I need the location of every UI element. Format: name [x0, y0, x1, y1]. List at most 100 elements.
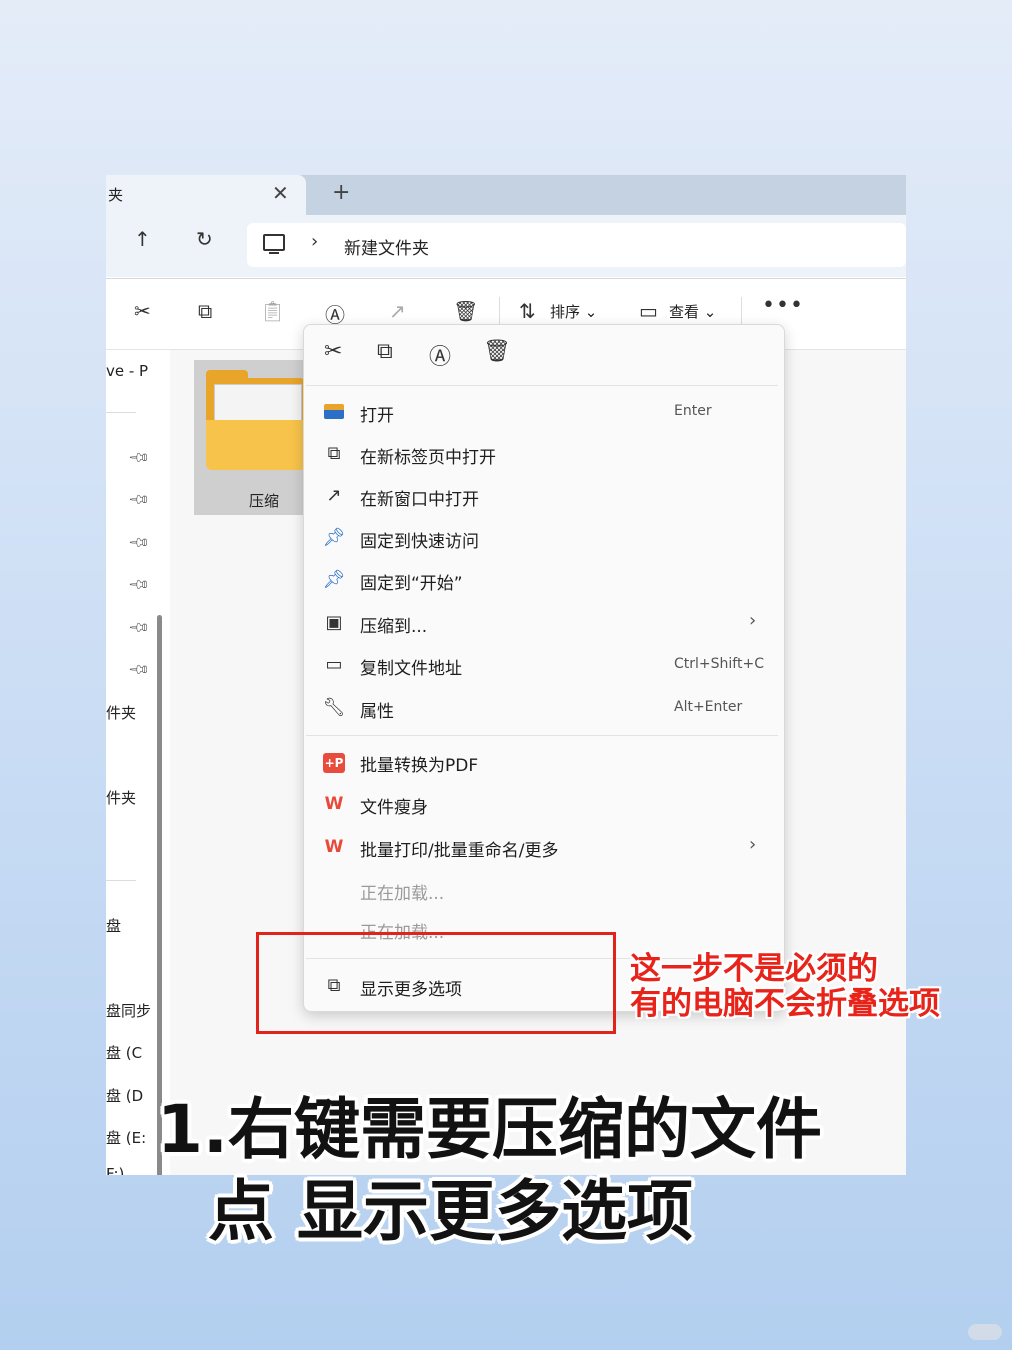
chevron-down-icon: ⌄: [584, 303, 598, 321]
copy-path-icon: ▭: [325, 654, 343, 675]
paste-icon[interactable]: 📋︎: [260, 299, 285, 323]
view-icon[interactable]: ▭: [639, 299, 658, 323]
pin-icon: 📌︎: [126, 658, 151, 682]
address-field[interactable]: › 新建文件夹: [247, 223, 906, 267]
context-menu: ✂ ⧉ Ⓐ 🗑︎ 打开 Enter ⧉ 在新标签页中打开 ↗ 在新窗口中打开 📌…: [303, 324, 785, 1012]
rename-icon[interactable]: Ⓐ: [429, 339, 451, 371]
menu-item-label: 复制文件地址: [360, 659, 462, 679]
arrow-up-icon[interactable]: ↑: [134, 227, 151, 251]
sidebar-item-drive-d[interactable]: 盘 (D: [106, 1085, 143, 1106]
menu-item-label: 固定到快速访问: [360, 532, 479, 552]
copy-icon[interactable]: ⧉: [198, 299, 212, 323]
view-button[interactable]: 查看 ⌄: [669, 301, 716, 322]
delete-icon[interactable]: 🗑︎: [483, 339, 511, 364]
menu-item-open-new-tab[interactable]: ⧉ 在新标签页中打开: [304, 434, 784, 474]
menu-item-shortcut: Ctrl+Shift+C: [674, 656, 764, 672]
sidebar-divider: [106, 880, 136, 881]
tab-bar: 夹 ✕ +: [106, 175, 906, 215]
pin-icon: 📌︎: [322, 569, 346, 590]
chevron-right-icon: ›: [749, 834, 757, 855]
menu-item-label: 压缩到...: [360, 617, 428, 637]
menu-divider: [306, 385, 778, 386]
chevron-right-icon: ›: [749, 610, 757, 631]
menu-item-pin-start[interactable]: 📌︎ 固定到“开始”: [304, 560, 784, 600]
chevron-right-icon[interactable]: ›: [311, 231, 318, 252]
menu-item-copy-path[interactable]: ▭ 复制文件地址 Ctrl+Shift+C: [304, 645, 784, 685]
copy-icon[interactable]: ⧉: [377, 339, 393, 364]
sort-icon[interactable]: ⇅: [519, 299, 536, 323]
menu-item-batch-pdf[interactable]: +P 批量转换为PDF: [304, 742, 784, 782]
pin-icon: 📌︎: [126, 573, 151, 597]
open-external-icon: ↗: [326, 485, 342, 506]
pdf-badge: +P: [323, 753, 345, 773]
menu-item-label: 属性: [360, 702, 394, 722]
wrench-icon: 🔧︎: [322, 697, 346, 718]
menu-item-label: 批量打印/批量重命名/更多: [360, 841, 559, 861]
menu-divider: [306, 735, 778, 736]
folder-icon: [322, 400, 346, 424]
sort-button[interactable]: 排序 ⌄: [550, 301, 597, 322]
folder-icon: [206, 420, 306, 470]
delete-icon[interactable]: 🗑︎: [453, 299, 478, 323]
sidebar-item-drive[interactable]: 盘: [106, 915, 121, 936]
view-label: 查看: [669, 303, 700, 321]
sidebar-item-folder[interactable]: 件夹: [106, 787, 136, 808]
sidebar-item-drive-e[interactable]: 盘 (E:: [106, 1127, 146, 1148]
menu-item-label: 批量转换为PDF: [360, 756, 479, 776]
tab-current-folder[interactable]: 夹 ✕: [106, 175, 306, 215]
menu-item-open-new-window[interactable]: ↗ 在新窗口中打开: [304, 476, 784, 516]
this-pc-icon[interactable]: [263, 234, 285, 254]
menu-item-compress-to[interactable]: ▣ 压缩到... ›: [304, 603, 784, 643]
pdf-icon: +P: [322, 750, 346, 774]
menu-item-open[interactable]: 打开 Enter: [304, 392, 784, 432]
menu-item-shortcut: Enter: [674, 403, 712, 419]
menu-item-loading: 正在加载...: [304, 870, 784, 910]
menu-item-label: 打开: [360, 406, 394, 426]
cut-icon[interactable]: ✂: [324, 339, 342, 364]
menu-item-label: 文件瘦身: [360, 798, 428, 818]
highlight-box: [256, 932, 616, 1034]
menu-item-properties[interactable]: 🔧︎ 属性 Alt+Enter: [304, 688, 784, 728]
more-options-icon[interactable]: •••: [762, 293, 804, 318]
pin-icon: 📌︎: [126, 616, 151, 640]
pin-icon: 📌︎: [126, 531, 151, 555]
archive-icon: ▣: [325, 612, 343, 633]
tab-title: 夹: [108, 186, 124, 204]
sort-label: 排序: [550, 303, 581, 321]
menu-item-file-slim[interactable]: W 文件瘦身: [304, 784, 784, 824]
sidebar-item-drive-c[interactable]: 盘 (C: [106, 1042, 142, 1063]
menu-item-label: 在新标签页中打开: [360, 448, 496, 468]
sidebar-divider: [106, 412, 136, 413]
sidebar-item-onedrive[interactable]: ve - P: [106, 362, 148, 380]
sidebar-item-folder[interactable]: 件夹: [106, 702, 136, 723]
menu-item-batch-more[interactable]: W 批量打印/批量重命名/更多 ›: [304, 827, 784, 867]
navigation-pane: ve - P 📌︎ 📌︎ 📌︎ 📌︎ 📌︎ 📌︎ 件夹 件夹 盘 盘同步 盘 (…: [106, 350, 164, 1175]
new-tab-icon[interactable]: +: [332, 180, 350, 205]
share-icon[interactable]: ↗: [389, 299, 406, 323]
pin-icon: 📌︎: [126, 488, 151, 512]
address-bar-row: ↑ ↻ › 新建文件夹: [106, 215, 906, 277]
new-tab-icon: ⧉: [327, 443, 341, 464]
caption-line2: 点 显示更多选项: [208, 1173, 693, 1250]
pin-icon: 📌︎: [322, 527, 346, 548]
watermark-badge: [968, 1324, 1002, 1340]
wps-icon: W: [322, 835, 346, 859]
sidebar-item-drive-f[interactable]: F:): [106, 1165, 124, 1175]
menu-item-label: 在新窗口中打开: [360, 490, 479, 510]
wps-icon: W: [322, 792, 346, 816]
chevron-down-icon: ⌄: [703, 303, 717, 321]
breadcrumb-current-folder[interactable]: 新建文件夹: [344, 234, 429, 259]
menu-item-pin-quick-access[interactable]: 📌︎ 固定到快速访问: [304, 518, 784, 558]
tab-close-icon[interactable]: ✕: [272, 181, 289, 205]
menu-item-shortcut: Alt+Enter: [674, 699, 743, 715]
sidebar-item-drive-sync[interactable]: 盘同步: [106, 1000, 151, 1021]
cut-icon[interactable]: ✂: [134, 299, 151, 323]
folder-item[interactable]: 压缩: [194, 360, 306, 515]
wps-badge: W: [324, 837, 344, 857]
refresh-icon[interactable]: ↻: [196, 227, 213, 251]
pin-icon: 📌︎: [126, 446, 151, 470]
annotation-note-line2: 有的电脑不会折叠选项: [630, 986, 940, 1022]
wps-badge: W: [324, 794, 344, 814]
menu-item-label: 正在加载...: [360, 884, 445, 904]
menu-item-label: 固定到“开始”: [360, 574, 463, 594]
